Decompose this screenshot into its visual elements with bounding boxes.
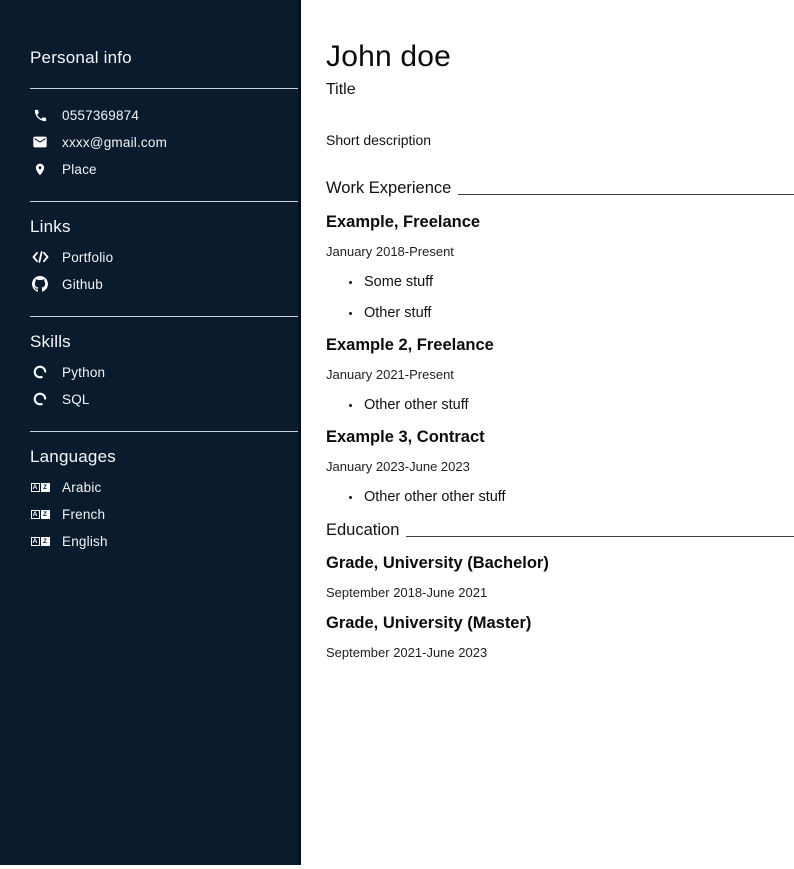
github-link-label: Github (62, 277, 103, 292)
work-entry: Example 2, Freelance January 2021-Presen… (326, 336, 794, 413)
sidebar: Personal info 0557369874 xxxx@gmail.com … (0, 0, 301, 865)
personal-info-list: 0557369874 xxxx@gmail.com Place (30, 107, 298, 177)
phone-number: 0557369874 (62, 108, 139, 123)
entry-bullet-list: Some stuff Other stuff (326, 274, 794, 321)
skill-label: Python (62, 365, 105, 380)
entry-period: January 2018-Present (326, 244, 794, 259)
degree-period: September 2021-June 2023 (326, 645, 794, 660)
entry-role: Example 3, Contract (326, 428, 794, 447)
section-rule (458, 194, 794, 195)
language-icon: AZ (30, 483, 50, 492)
envelope-icon (30, 134, 50, 150)
work-entry: Example, Freelance January 2018-Present … (326, 213, 794, 321)
entry-bullet-list: Other other stuff (326, 397, 794, 413)
entry-bullet: Other other other stuff (362, 489, 794, 505)
language-icon: AZ (30, 510, 50, 519)
email-address: xxxx@gmail.com (62, 135, 167, 150)
link-portfolio[interactable]: Portfolio (30, 249, 298, 265)
skill-sql: SQL (30, 391, 298, 407)
skills-list: Python SQL (30, 364, 298, 407)
section-rule (406, 536, 794, 537)
work-entry: Example 3, Contract January 2023-June 20… (326, 428, 794, 505)
github-icon (30, 276, 50, 292)
portfolio-link-label: Portfolio (62, 250, 113, 265)
skill-python: Python (30, 364, 298, 380)
skills-heading: Skills (30, 332, 298, 352)
short-description: Short description (326, 132, 794, 148)
language-french: AZ French (30, 506, 298, 522)
title-text: Title (326, 81, 794, 99)
resume-page: Personal info 0557369874 xxxx@gmail.com … (0, 0, 794, 869)
links-heading: Links (30, 217, 298, 237)
languages-heading: Languages (30, 447, 298, 467)
name-heading: John doe (326, 40, 794, 74)
sidebar-divider (30, 88, 298, 89)
main-content: John doe Title Short description Work Ex… (304, 0, 794, 869)
section-title: Education (326, 521, 399, 540)
language-arabic: AZ Arabic (30, 479, 298, 495)
languages-list: AZ Arabic AZ French AZ English (30, 479, 298, 549)
contact-place-row: Place (30, 161, 298, 177)
link-github[interactable]: Github (30, 276, 298, 292)
links-list: Portfolio Github (30, 249, 298, 292)
circle-notch-icon (30, 365, 50, 379)
education-heading: Education (326, 521, 794, 540)
contact-email-row: xxxx@gmail.com (30, 134, 298, 150)
language-label: French (62, 507, 105, 522)
circle-notch-icon (30, 392, 50, 406)
sidebar-divider (30, 316, 298, 317)
phone-icon (30, 108, 50, 123)
entry-role: Example 2, Freelance (326, 336, 794, 355)
language-english: AZ English (30, 533, 298, 549)
location-pin-icon (30, 162, 50, 177)
sidebar-divider (30, 201, 298, 202)
personal-info-heading: Personal info (30, 48, 298, 68)
entry-period: January 2021-Present (326, 367, 794, 382)
education-entry: Grade, University (Master) September 202… (326, 614, 794, 660)
section-title: Work Experience (326, 179, 451, 198)
entry-period: January 2023-June 2023 (326, 459, 794, 474)
degree-title: Grade, University (Master) (326, 614, 794, 633)
entry-bullet: Some stuff (362, 274, 794, 290)
code-icon (30, 250, 50, 264)
degree-period: September 2018-June 2021 (326, 585, 794, 600)
language-icon: AZ (30, 537, 50, 546)
place-label: Place (62, 162, 97, 177)
sidebar-divider (30, 431, 298, 432)
degree-title: Grade, University (Bachelor) (326, 554, 794, 573)
contact-phone-row: 0557369874 (30, 107, 298, 123)
language-label: Arabic (62, 480, 101, 495)
entry-bullet: Other other stuff (362, 397, 794, 413)
skill-label: SQL (62, 392, 90, 407)
work-experience-heading: Work Experience (326, 179, 794, 198)
entry-bullet-list: Other other other stuff (326, 489, 794, 505)
entry-role: Example, Freelance (326, 213, 794, 232)
language-label: English (62, 534, 108, 549)
education-entry: Grade, University (Bachelor) September 2… (326, 554, 794, 600)
entry-bullet: Other stuff (362, 305, 794, 321)
